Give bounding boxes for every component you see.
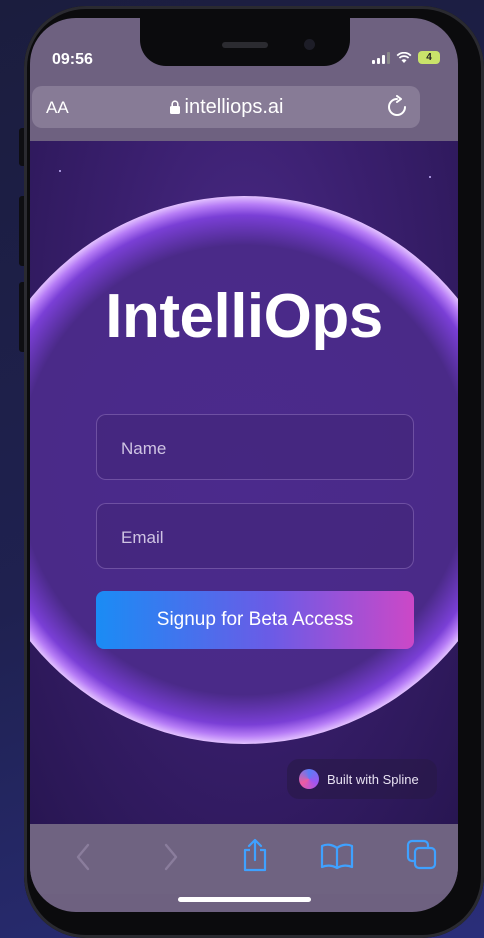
tabs-icon[interactable] <box>406 839 438 871</box>
name-placeholder: Name <box>121 439 167 458</box>
built-with-spline-badge[interactable]: Built with Spline <box>287 759 437 799</box>
badge-label: Built with Spline <box>327 771 419 787</box>
app-title: IntelliOps <box>105 282 383 351</box>
email-field[interactable]: Email <box>96 503 414 569</box>
web-page: IntelliOps Name Email Signup for Beta Ac… <box>30 141 458 824</box>
email-placeholder: Email <box>121 528 164 547</box>
lock-icon <box>169 100 180 114</box>
battery-icon: 4 <box>418 51 440 64</box>
url-display[interactable]: intelliops.ai <box>32 96 420 119</box>
spline-logo-icon <box>299 769 319 789</box>
speaker <box>222 42 268 48</box>
phone-screen: 09:56 4 AA intelliops.ai IntelliOps Name… <box>30 18 458 912</box>
bookmarks-icon[interactable] <box>320 842 354 870</box>
url-text: intelliops.ai <box>184 96 284 118</box>
name-field[interactable]: Name <box>96 414 414 480</box>
signup-button[interactable]: Signup for Beta Access <box>96 591 414 649</box>
notch <box>140 18 350 66</box>
status-icons: 4 <box>372 51 440 64</box>
signal-icon <box>372 51 390 64</box>
home-indicator[interactable] <box>178 897 311 902</box>
wifi-icon <box>396 51 412 63</box>
back-icon[interactable] <box>74 842 92 872</box>
front-camera <box>304 39 315 50</box>
forward-icon[interactable] <box>162 842 180 872</box>
reload-icon <box>388 95 406 116</box>
stars <box>59 170 431 178</box>
address-bar[interactable]: AA intelliops.ai <box>32 86 420 128</box>
share-icon[interactable] <box>241 838 269 872</box>
reload-button[interactable] <box>386 95 408 124</box>
status-time: 09:56 <box>52 51 93 68</box>
browser-toolbar <box>30 824 458 894</box>
